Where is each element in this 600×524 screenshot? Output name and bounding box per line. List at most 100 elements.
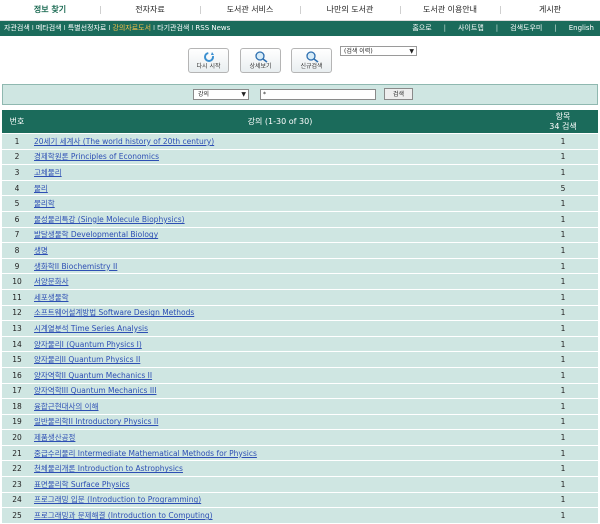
course-link[interactable]: 발달생물학 Developmental Biology: [34, 230, 158, 239]
nav-board[interactable]: 게시판: [500, 0, 600, 20]
subnav-other-institutions[interactable]: 타기관검색: [157, 24, 189, 32]
course-link[interactable]: 시계열분석 Time Series Analysis: [34, 324, 148, 333]
course-link[interactable]: 일반물리학II Introductory Physics II: [34, 417, 158, 426]
search-input[interactable]: *: [260, 89, 376, 100]
search-history-value: (검색 이력): [344, 48, 373, 55]
search-icon: [292, 51, 331, 63]
table-row: 11 세포생물학 1: [2, 289, 598, 305]
course-link[interactable]: 세포생물학: [34, 293, 69, 302]
row-title-cell: 융합근현대사의 이해: [32, 399, 528, 414]
row-count: 1: [528, 134, 598, 149]
table-row: 25 프로그래밍과 문제해결 (Introduction to Computing…: [2, 508, 598, 523]
col-header-course[interactable]: 강의 (1-30 of 30): [32, 110, 528, 133]
course-link[interactable]: 제품생산공정: [34, 433, 75, 442]
subnav-meta-search[interactable]: 메타검색: [36, 24, 62, 32]
new-search-label: 신규검색: [300, 63, 323, 70]
search-field-select[interactable]: 강의 ▼: [193, 89, 249, 100]
table-row: 20 제품생산공정 1: [2, 430, 598, 445]
chevron-down-icon: ▼: [241, 91, 246, 98]
new-search-button[interactable]: 신규검색: [291, 48, 332, 73]
detail-view-label: 상세보기: [249, 63, 272, 70]
table-row: 5 물리학 1: [2, 196, 598, 211]
separator: |: [443, 24, 447, 32]
table-row: 10 서양문화사 1: [2, 274, 598, 289]
row-number: 22: [2, 461, 32, 477]
row-title-cell: 생명: [32, 243, 528, 258]
course-link[interactable]: 물성물리특강 (Single Molecule Biophysics): [34, 215, 185, 224]
nav-my-library[interactable]: 나만의 도서관: [300, 0, 400, 20]
subnav-special-selection[interactable]: 특별선정자료: [68, 24, 107, 32]
table-row: 9 생화학II Biochemistry II 1: [2, 258, 598, 274]
subnav-course-reserves[interactable]: 강의자료도서: [112, 24, 151, 32]
sitemap-link[interactable]: 사이트맵: [458, 24, 484, 32]
course-link[interactable]: 생명: [34, 246, 48, 255]
row-title-cell: 소프트웨어설계방법 Software Design Methods: [32, 305, 528, 321]
row-title-cell: 세포생물학: [32, 289, 528, 305]
detail-view-button[interactable]: 상세보기: [240, 48, 281, 73]
nav-e-resources[interactable]: 전자자료: [100, 0, 200, 20]
table-body: 1 20세기 세계사 (The world history of 20th cen…: [2, 134, 598, 523]
course-link[interactable]: 중급수리물리 Intermediate Mathematical Methods…: [34, 449, 257, 458]
course-link[interactable]: 천체물리개론 Introduction to Astrophysics: [34, 464, 183, 473]
row-count: 1: [528, 274, 598, 289]
row-number: 14: [2, 336, 32, 352]
search-button[interactable]: 검색: [384, 88, 413, 100]
table-row: 13 시계열분석 Time Series Analysis 1: [2, 321, 598, 336]
course-link[interactable]: 물리: [34, 184, 48, 193]
nav-info-search[interactable]: 정보 찾기: [0, 0, 100, 20]
course-link[interactable]: 서양문화사: [34, 277, 69, 286]
row-title-cell: 시계열분석 Time Series Analysis: [32, 321, 528, 336]
english-link[interactable]: English: [569, 24, 594, 32]
course-link[interactable]: 고체물리: [34, 168, 62, 177]
restart-label: 다시 시작: [196, 63, 221, 70]
row-number: 18: [2, 399, 32, 414]
row-count: 1: [528, 258, 598, 274]
row-title-cell: 프로그래밍 입문 (Introduction to Programming): [32, 492, 528, 508]
home-link[interactable]: 홈으로: [412, 24, 431, 32]
restart-button[interactable]: 다시 시작: [188, 48, 229, 73]
search-help-link[interactable]: 검색도우미: [510, 24, 542, 32]
row-number: 21: [2, 445, 32, 461]
table-row: 21 중급수리물리 Intermediate Mathematical Metho…: [2, 445, 598, 461]
course-link[interactable]: 소프트웨어설계방법 Software Design Methods: [34, 308, 194, 317]
row-count: 1: [528, 149, 598, 165]
nav-library-guide[interactable]: 도서관 이용안내: [400, 0, 500, 20]
table-row: 24 프로그래밍 입문 (Introduction to Programming)…: [2, 492, 598, 508]
row-number: 16: [2, 367, 32, 383]
row-number: 19: [2, 414, 32, 430]
row-title-cell: 물리학: [32, 196, 528, 211]
course-link[interactable]: 표면물리학 Surface Physics: [34, 480, 130, 489]
course-link[interactable]: 경제학원론 Principles of Economics: [34, 152, 159, 161]
table-row: 8 생명 1: [2, 243, 598, 258]
magnifier-icon: [241, 51, 280, 63]
nav-library-services[interactable]: 도서관 서비스: [200, 0, 300, 20]
course-link[interactable]: 양자역학III Quantum Mechanics III: [34, 386, 156, 395]
row-title-cell: 제품생산공정: [32, 430, 528, 445]
course-link[interactable]: 20세기 세계사 (The world history of 20th cent…: [34, 137, 214, 146]
course-link[interactable]: 양자물리I (Quantum Physics I): [34, 340, 142, 349]
course-link[interactable]: 융합근현대사의 이해: [34, 402, 98, 411]
row-number: 25: [2, 508, 32, 523]
row-title-cell: 경제학원론 Principles of Economics: [32, 149, 528, 165]
row-number: 13: [2, 321, 32, 336]
course-link[interactable]: 양자역학II Quantum Mechanics II: [34, 371, 152, 380]
table-row: 19 일반물리학II Introductory Physics II 1: [2, 414, 598, 430]
row-title-cell: 양자물리I (Quantum Physics I): [32, 336, 528, 352]
course-link[interactable]: 프로그래밍 입문 (Introduction to Programming): [34, 495, 201, 504]
subnav-rss-news[interactable]: RSS News: [195, 24, 230, 32]
row-number: 7: [2, 227, 32, 243]
course-link[interactable]: 양자물리II Quantum Physics II: [34, 355, 140, 364]
row-number: 2: [2, 149, 32, 165]
col-header-count-line2: 34 검색: [549, 121, 577, 131]
search-history-select[interactable]: (검색 이력) ▼: [340, 46, 417, 56]
subnav-library-search[interactable]: 자관검색: [4, 24, 30, 32]
col-header-count-line1: 항목: [555, 111, 571, 121]
course-link[interactable]: 물리학: [34, 199, 55, 208]
row-number: 4: [2, 180, 32, 196]
row-count: 1: [528, 461, 598, 477]
separator: I: [153, 24, 156, 32]
course-link[interactable]: 생화학II Biochemistry II: [34, 262, 117, 271]
row-number: 15: [2, 352, 32, 367]
course-link[interactable]: 프로그래밍과 문제해결 (Introduction to Computing): [34, 511, 213, 520]
row-count: 5: [528, 180, 598, 196]
